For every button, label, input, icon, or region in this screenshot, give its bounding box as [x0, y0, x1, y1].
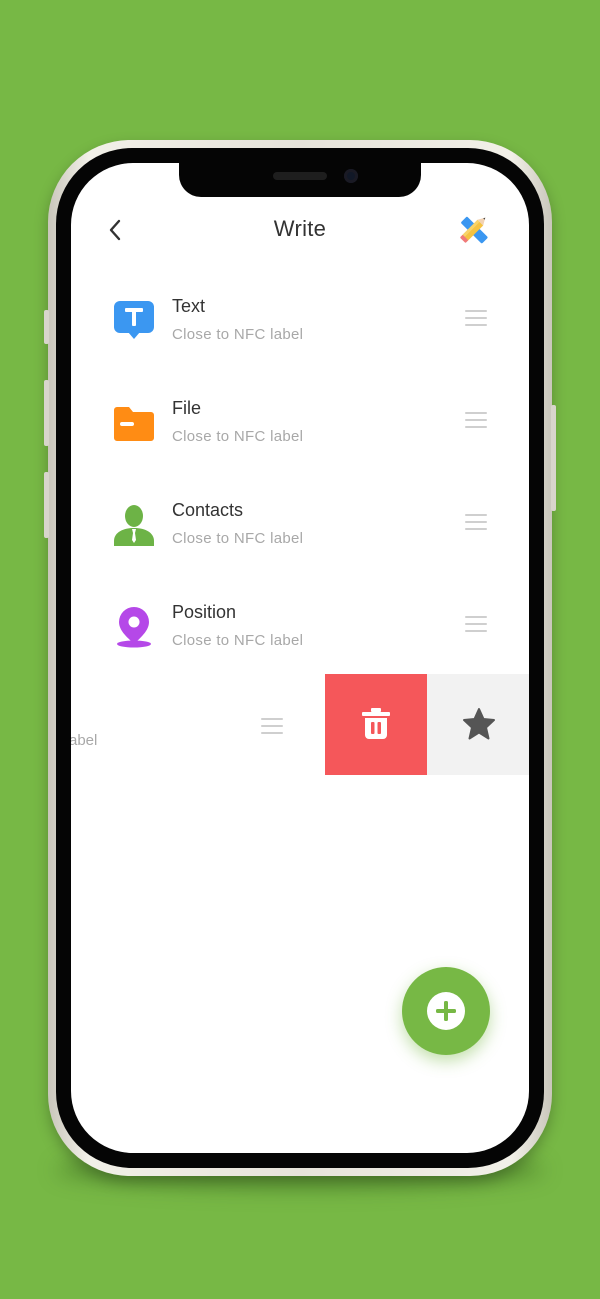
volume-up-button [44, 380, 49, 446]
list-item-contacts[interactable]: Contacts Close to NFC label [71, 470, 529, 570]
volume-down-button [44, 472, 49, 538]
delete-button[interactable] [325, 674, 427, 775]
item-subtitle: Close to NFC label [172, 632, 304, 649]
item-title: Text [172, 296, 206, 316]
item-subtitle: Close to NFC label [172, 428, 304, 445]
drag-handle-icon[interactable] [465, 514, 487, 532]
edit-button[interactable] [457, 212, 491, 246]
drag-handle-icon[interactable] [465, 412, 487, 430]
camera [344, 169, 358, 183]
plus-circle-icon [427, 992, 465, 1030]
power-button [551, 405, 556, 511]
list-item-text[interactable]: Text Close to NFC label [71, 266, 529, 366]
trash-icon [362, 708, 390, 739]
item-subtitle: Close to NFC label [172, 530, 304, 547]
notch [179, 163, 421, 197]
item-subtitle-fragment: abel [71, 732, 98, 749]
drag-handle-icon[interactable] [465, 310, 487, 328]
person-icon [114, 505, 154, 546]
item-title: Position [172, 602, 237, 622]
mute-switch [44, 310, 49, 344]
list-item-file[interactable]: File Close to NFC label [71, 368, 529, 468]
folder-icon [114, 407, 154, 441]
item-subtitle: Close to NFC label [172, 326, 304, 343]
drag-handle-icon[interactable] [465, 616, 487, 634]
list-item-position[interactable]: Position Close to NFC label [71, 572, 529, 672]
location-pin-icon [117, 607, 151, 648]
app-screen: Write Text Close to NFC label File Close… [71, 163, 529, 1153]
star-icon [463, 708, 495, 740]
speaker [273, 172, 327, 180]
pencil-ruler-icon [460, 216, 488, 244]
text-bubble-icon [114, 301, 154, 339]
drag-handle-icon[interactable] [261, 718, 283, 736]
list-item-swiped[interactable]: abel [71, 674, 529, 775]
favorite-button[interactable] [427, 674, 529, 775]
add-button[interactable] [402, 967, 490, 1055]
item-title: Contacts [172, 500, 244, 520]
item-title: File [172, 398, 202, 418]
